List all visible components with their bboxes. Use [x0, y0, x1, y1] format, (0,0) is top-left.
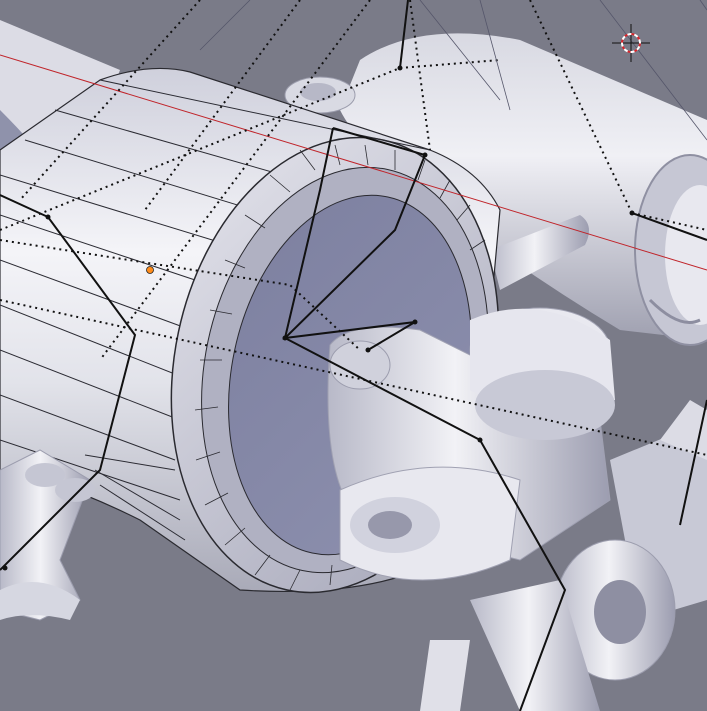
3d-viewport[interactable] [0, 0, 707, 711]
viewport-canvas[interactable] [0, 0, 707, 711]
object-origin-dot[interactable] [146, 266, 154, 274]
